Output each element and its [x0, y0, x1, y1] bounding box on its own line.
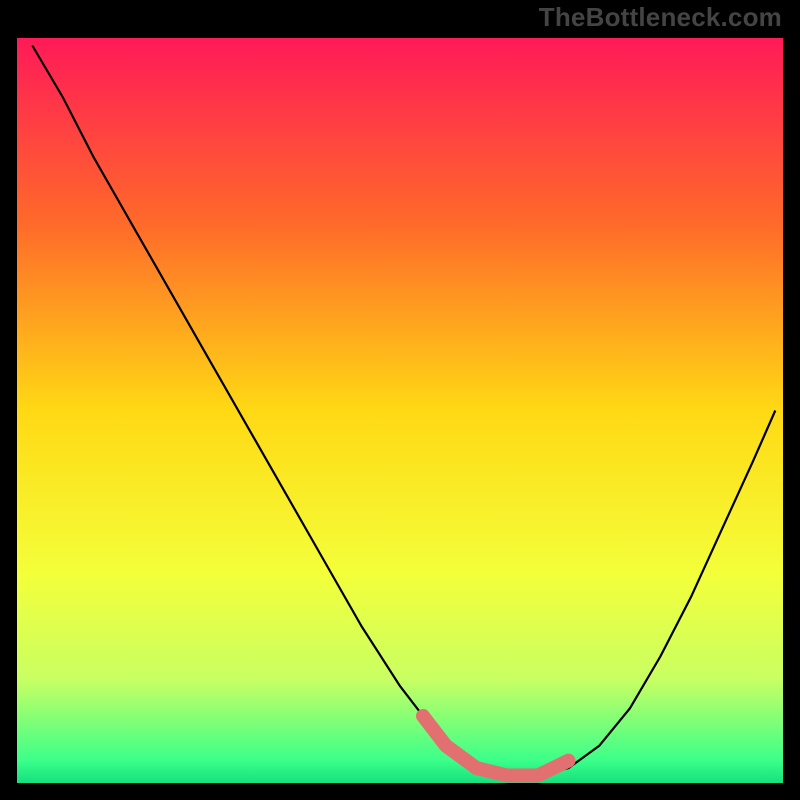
chart-frame [14, 35, 786, 786]
watermark-text: TheBottleneck.com [539, 2, 782, 33]
bottleneck-chart [17, 38, 783, 783]
gradient-background [17, 38, 783, 783]
